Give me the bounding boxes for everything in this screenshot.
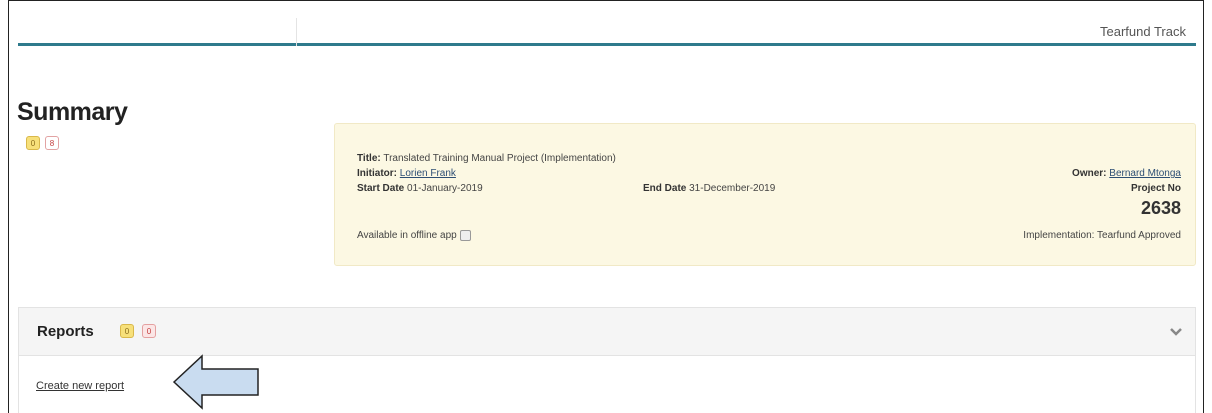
arrow-left-icon [172, 354, 259, 410]
start-date-label: Start Date [357, 183, 405, 194]
project-no-label-row: Project No [1131, 183, 1181, 194]
initiator-row: Initiator: Lorien Frank [357, 168, 456, 179]
page-title: Summary [17, 98, 128, 126]
summary-count-badge[interactable]: 0 [26, 136, 40, 150]
status-text: Implementation: Tearfund Approved [1023, 230, 1181, 241]
title-label: Title: [357, 153, 381, 164]
offline-row: Available in offline app [357, 230, 471, 241]
project-no-label: Project No [1130, 183, 1181, 194]
reports-yellow-badge[interactable]: 0 [120, 324, 134, 338]
start-date-row: Start Date 01-January-2019 [357, 183, 483, 194]
reports-heading: Reports [37, 323, 94, 340]
initiator-label: Initiator: [357, 168, 397, 179]
project-title-row: Title: Translated Training Manual Projec… [357, 153, 616, 164]
project-info-panel: Title: Translated Training Manual Projec… [334, 123, 1196, 266]
top-navigation-bar: Tearfund Track [18, 18, 1196, 46]
owner-link[interactable]: Bernard Mtonga [1109, 168, 1181, 179]
reports-red-badge[interactable]: 0 [142, 324, 156, 338]
offline-label: Available in offline app [357, 230, 457, 242]
end-date-label: End Date [643, 183, 687, 194]
pdf-document-icon[interactable]: 8 [45, 136, 59, 150]
create-new-report-link[interactable]: Create new report [36, 380, 124, 392]
project-number: 2638 [1140, 198, 1181, 218]
start-date-value: 01-January-2019 [407, 183, 483, 194]
nav-divider [296, 18, 297, 46]
reports-header[interactable]: Reports 0 0 [19, 308, 1195, 356]
offline-checkbox[interactable] [459, 230, 471, 241]
initiator-link[interactable]: Lorien Frank [400, 168, 456, 179]
chevron-down-icon[interactable] [1169, 324, 1183, 340]
end-date-value: 31-December-2019 [689, 183, 776, 194]
end-date-row: End Date 31-December-2019 [643, 183, 775, 194]
owner-label: Owner: [1072, 168, 1107, 179]
title-value: Translated Training Manual Project (Impl… [383, 153, 616, 164]
owner-row: Owner: Bernard Mtonga [1072, 168, 1181, 179]
brand-link[interactable]: Tearfund Track [1100, 24, 1186, 39]
